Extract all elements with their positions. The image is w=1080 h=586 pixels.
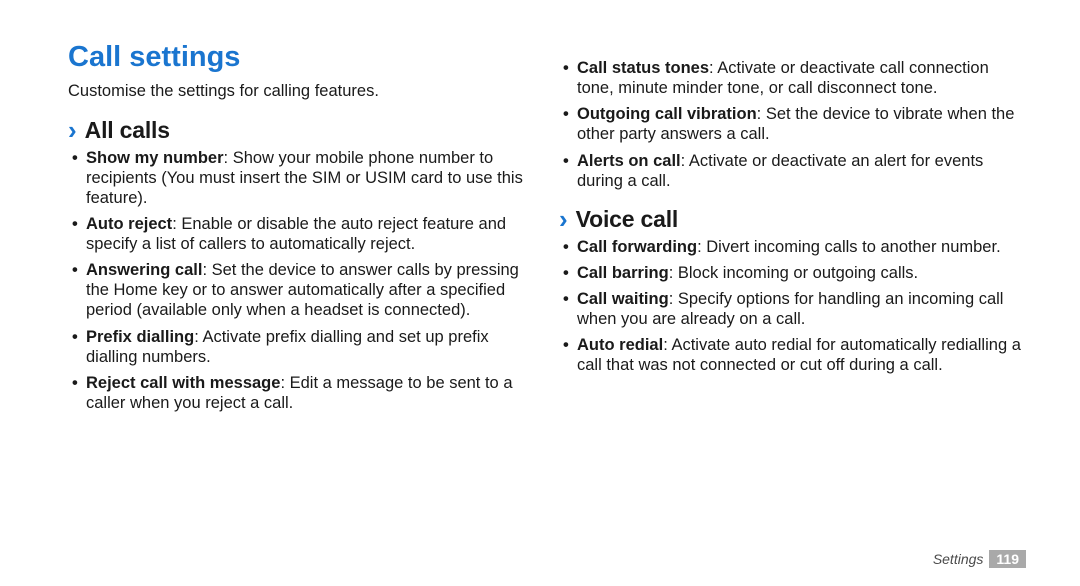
list-item: Call forwarding: Divert incoming calls t… bbox=[563, 237, 1022, 257]
chevron-right-icon: › bbox=[559, 206, 568, 232]
item-term: Call status tones bbox=[577, 59, 709, 77]
item-term: Alerts on call bbox=[577, 152, 681, 170]
item-desc: : Divert incoming calls to another numbe… bbox=[697, 238, 1001, 256]
list-item: Answering call: Set the device to answer… bbox=[72, 260, 531, 320]
item-desc: : Block incoming or outgoing calls. bbox=[669, 264, 918, 282]
page-title: Call settings bbox=[68, 40, 531, 75]
intro-text: Customise the settings for calling featu… bbox=[68, 81, 531, 101]
list-item: Auto reject: Enable or disable the auto … bbox=[72, 214, 531, 254]
left-column: Call settings Customise the settings for… bbox=[60, 40, 539, 546]
subhead-voice-call-text: Voice call bbox=[576, 205, 678, 233]
list-item: Reject call with message: Edit a message… bbox=[72, 373, 531, 413]
item-term: Outgoing call vibration bbox=[577, 105, 757, 123]
item-term: Call waiting bbox=[577, 290, 669, 308]
item-term: Answering call bbox=[86, 261, 202, 279]
subhead-all-calls: › All calls bbox=[68, 116, 531, 144]
list-item: Call waiting: Specify options for handli… bbox=[563, 289, 1022, 329]
list-item: Alerts on call: Activate or deactivate a… bbox=[563, 151, 1022, 191]
list-item: Show my number: Show your mobile phone n… bbox=[72, 148, 531, 208]
item-term: Show my number bbox=[86, 149, 224, 167]
subhead-all-calls-text: All calls bbox=[85, 116, 170, 144]
item-term: Reject call with message bbox=[86, 374, 280, 392]
list-item: Call barring: Block incoming or outgoing… bbox=[563, 263, 1022, 283]
subhead-voice-call: › Voice call bbox=[559, 205, 1022, 233]
right-column: Call status tones: Activate or deactivat… bbox=[539, 40, 1030, 546]
chevron-right-icon: › bbox=[68, 117, 77, 143]
all-calls-list-left: Show my number: Show your mobile phone n… bbox=[68, 148, 531, 414]
list-item: Outgoing call vibration: Set the device … bbox=[563, 104, 1022, 144]
item-term: Prefix dialling bbox=[86, 328, 194, 346]
item-term: Call forwarding bbox=[577, 238, 697, 256]
manual-page: Call settings Customise the settings for… bbox=[0, 0, 1080, 586]
page-footer: Settings 119 bbox=[933, 550, 1026, 568]
list-item: Auto redial: Activate auto redial for au… bbox=[563, 335, 1022, 375]
list-item: Call status tones: Activate or deactivat… bbox=[563, 58, 1022, 98]
item-term: Call barring bbox=[577, 264, 669, 282]
footer-section: Settings bbox=[933, 551, 984, 567]
voice-call-list: Call forwarding: Divert incoming calls t… bbox=[559, 237, 1022, 376]
list-item: Prefix dialling: Activate prefix diallin… bbox=[72, 327, 531, 367]
item-term: Auto redial bbox=[577, 336, 663, 354]
page-number: 119 bbox=[989, 550, 1026, 568]
item-term: Auto reject bbox=[86, 215, 172, 233]
all-calls-list-right: Call status tones: Activate or deactivat… bbox=[559, 58, 1022, 191]
